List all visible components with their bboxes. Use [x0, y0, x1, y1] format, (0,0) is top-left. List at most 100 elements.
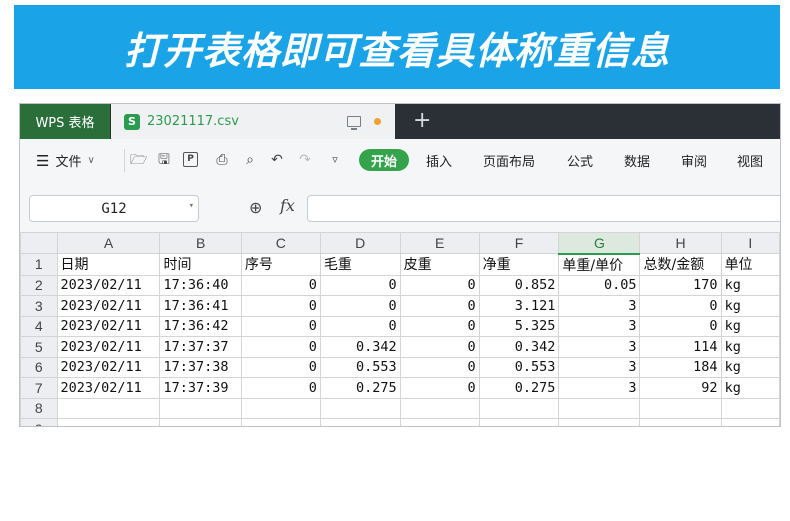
cell[interactable] — [639, 397, 722, 419]
cell[interactable]: 170 — [639, 274, 722, 296]
save-icon[interactable]: 🖫 — [156, 152, 172, 168]
cell[interactable]: 0 — [399, 274, 480, 296]
column-header-a[interactable]: A — [56, 232, 161, 254]
cell[interactable]: 0 — [240, 315, 321, 337]
row-header[interactable]: 6 — [20, 356, 58, 378]
cell[interactable]: 2023/02/11 — [56, 377, 161, 399]
tab-wps-home[interactable]: WPS 表格 — [20, 104, 110, 139]
monitor-icon[interactable] — [347, 116, 361, 130]
cell[interactable]: 0.852 — [478, 274, 560, 296]
row-header[interactable]: 4 — [20, 315, 58, 337]
cell[interactable] — [56, 397, 161, 419]
row-header[interactable]: 2 — [20, 274, 58, 296]
cell[interactable] — [319, 397, 401, 419]
export-pdf-icon[interactable]: P — [183, 152, 198, 167]
open-folder-icon[interactable]: 🗁 — [130, 152, 147, 168]
select-all-corner[interactable] — [20, 232, 58, 254]
cell[interactable] — [399, 418, 480, 426]
zoom-icon[interactable]: ⊕ — [249, 198, 262, 217]
cell[interactable] — [399, 397, 480, 419]
cell[interactable] — [558, 418, 641, 426]
cell[interactable]: 皮重 — [399, 253, 480, 276]
cell[interactable] — [240, 418, 321, 426]
row-header[interactable]: 8 — [20, 397, 58, 419]
more-dropdown-icon[interactable]: ▿ — [327, 152, 343, 168]
cell[interactable] — [56, 418, 161, 426]
cell[interactable]: 0 — [639, 315, 722, 337]
cell[interactable] — [558, 397, 641, 419]
cell[interactable]: 0 — [240, 336, 321, 358]
row-header[interactable]: 3 — [20, 295, 58, 317]
cell[interactable]: 0 — [399, 336, 480, 358]
cell[interactable]: 0 — [399, 356, 480, 378]
cell[interactable]: 3 — [558, 295, 641, 317]
cell[interactable]: 17:37:37 — [159, 336, 242, 358]
name-box[interactable]: G12 ▾ — [29, 195, 199, 222]
file-menu-button[interactable]: ☰ 文件 ∨ — [36, 139, 95, 182]
cell[interactable] — [720, 397, 780, 419]
cell[interactable]: 序号 — [240, 253, 321, 276]
cell[interactable]: 3 — [558, 356, 641, 378]
cell[interactable]: 0 — [319, 274, 401, 296]
cell[interactable]: 2023/02/11 — [56, 315, 161, 337]
cell[interactable] — [319, 418, 401, 426]
cell[interactable]: 0.553 — [478, 356, 560, 378]
cell[interactable]: 17:37:38 — [159, 356, 242, 378]
cell[interactable]: 0 — [240, 274, 321, 296]
cell[interactable]: 0 — [399, 295, 480, 317]
tab-csv-file[interactable]: S 23021117.csv — [111, 104, 395, 139]
cell[interactable]: 2023/02/11 — [56, 336, 161, 358]
column-header-f[interactable]: F — [478, 232, 560, 254]
cell[interactable]: 3 — [558, 336, 641, 358]
cell[interactable]: 0 — [639, 295, 722, 317]
formula-input[interactable] — [307, 195, 780, 222]
tab-insert[interactable]: 插入 — [426, 139, 452, 182]
cell[interactable]: 3 — [558, 377, 641, 399]
cell[interactable]: 2023/02/11 — [56, 356, 161, 378]
cell[interactable]: 2023/02/11 — [56, 295, 161, 317]
cell[interactable]: 0 — [240, 356, 321, 378]
cell[interactable]: 单重/单价 — [558, 253, 641, 276]
cell[interactable]: 5.325 — [478, 315, 560, 337]
cell[interactable]: kg — [720, 274, 780, 296]
print-preview-icon[interactable]: ⌕ — [242, 152, 258, 168]
row-header[interactable]: 7 — [20, 377, 58, 399]
cell[interactable]: 日期 — [56, 253, 161, 276]
cell[interactable] — [478, 418, 560, 426]
cell[interactable] — [159, 418, 242, 426]
cell[interactable]: 0 — [319, 315, 401, 337]
tab-start[interactable]: 开始 — [359, 149, 409, 171]
tab-data[interactable]: 数据 — [624, 139, 650, 182]
row-header[interactable]: 5 — [20, 336, 58, 358]
tab-formula[interactable]: 公式 — [567, 139, 593, 182]
cell[interactable]: 2023/02/11 — [56, 274, 161, 296]
cell[interactable]: 3.121 — [478, 295, 560, 317]
row-header[interactable]: 9 — [20, 418, 58, 426]
cell[interactable] — [478, 397, 560, 419]
cell[interactable]: 3 — [558, 315, 641, 337]
cell[interactable]: kg — [720, 336, 780, 358]
cell[interactable]: 92 — [639, 377, 722, 399]
cell[interactable] — [720, 418, 780, 426]
cell[interactable]: 0 — [399, 377, 480, 399]
cell[interactable]: 17:36:40 — [159, 274, 242, 296]
undo-icon[interactable]: ↶ — [269, 152, 285, 168]
cell[interactable]: 毛重 — [319, 253, 401, 276]
cell[interactable]: 0.553 — [319, 356, 401, 378]
cell[interactable]: 0.05 — [558, 274, 641, 296]
column-header-i[interactable]: I — [720, 232, 780, 254]
cell[interactable]: 时间 — [159, 253, 242, 276]
cell[interactable]: kg — [720, 356, 780, 378]
cell[interactable]: 净重 — [478, 253, 560, 276]
chevron-down-icon[interactable]: ▾ — [189, 201, 194, 211]
cell[interactable]: kg — [720, 315, 780, 337]
cell[interactable]: 17:36:41 — [159, 295, 242, 317]
cell[interactable]: 17:36:42 — [159, 315, 242, 337]
plus-icon[interactable]: + — [413, 108, 431, 134]
cell[interactable]: kg — [720, 377, 780, 399]
tab-view[interactable]: 视图 — [737, 139, 763, 182]
column-header-d[interactable]: D — [319, 232, 401, 254]
row-header[interactable]: 1 — [20, 253, 58, 276]
cell[interactable]: 0.342 — [319, 336, 401, 358]
cell[interactable]: 0 — [240, 377, 321, 399]
